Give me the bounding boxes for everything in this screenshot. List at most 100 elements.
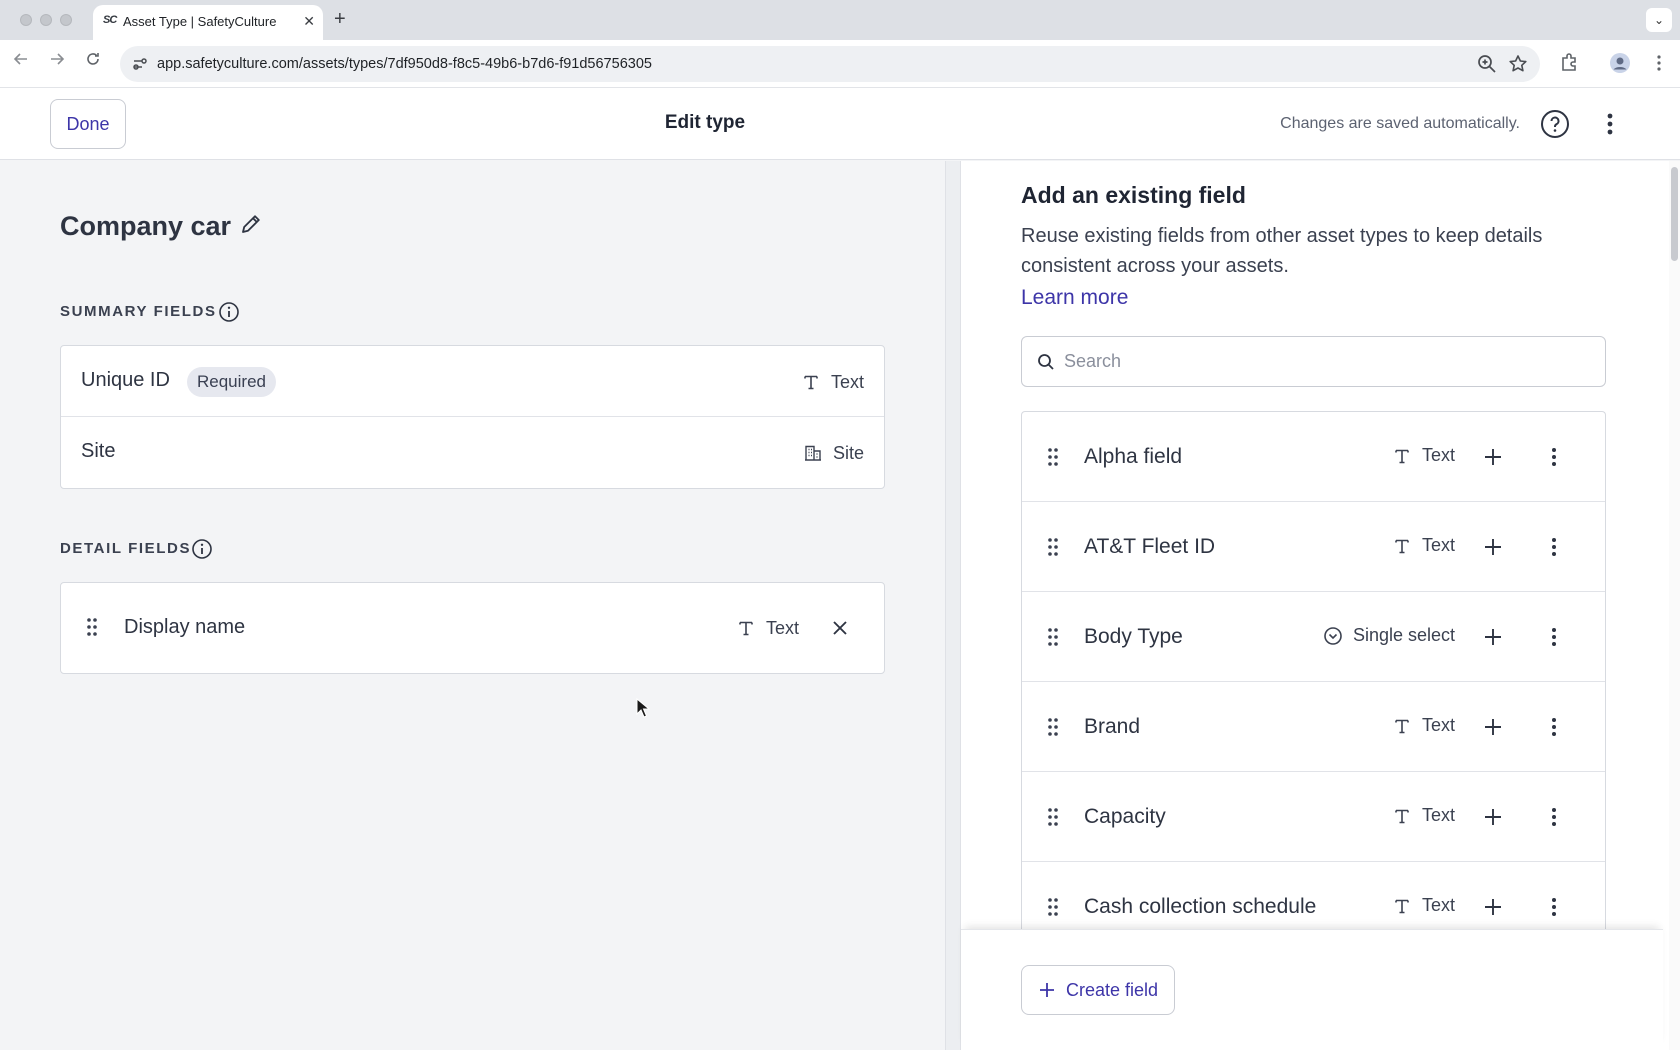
field-more-icon[interactable]: [1543, 896, 1565, 918]
field-type: Text: [1392, 535, 1455, 556]
panel-divider: [945, 161, 961, 1050]
help-icon[interactable]: [1540, 109, 1570, 139]
field-type: Text: [736, 616, 799, 640]
mouse-cursor-icon: [636, 697, 651, 718]
browser-tab-bar: SC Asset Type | SafetyCulture ✕ + ⌄: [0, 0, 1680, 40]
remove-field-close-icon[interactable]: [830, 618, 850, 638]
safetyculture-favicon: SC: [103, 14, 117, 26]
search-input[interactable]: [1064, 337, 1594, 386]
back-icon[interactable]: [8, 50, 34, 76]
type-editor-panel: Company car SUMMARY FIELDS Unique ID Req…: [0, 161, 945, 1050]
autosave-status: Changes are saved automatically.: [1280, 115, 1520, 132]
drag-handle-icon[interactable]: [1046, 806, 1060, 828]
right-panel-scrollbar[interactable]: [1669, 161, 1680, 1050]
detail-fields-heading: DETAIL FIELDS: [60, 540, 192, 557]
page-title: Edit type: [664, 112, 746, 133]
required-badge: Required: [187, 367, 276, 397]
field-label: Site: [81, 440, 116, 462]
summary-field-row-site[interactable]: Site Site: [61, 417, 884, 488]
field-type: Text: [1392, 895, 1455, 916]
window-zoom-dot[interactable]: [60, 14, 72, 26]
field-type: Text: [1392, 445, 1455, 466]
list-item[interactable]: Capacity Text: [1022, 772, 1605, 862]
field-type-label: Site: [832, 442, 864, 463]
add-field-plus-icon[interactable]: [1482, 896, 1504, 918]
tab-search-chevron-icon[interactable]: ⌄: [1646, 8, 1672, 32]
browser-toolbar: app.safetyculture.com/assets/types/7df95…: [0, 40, 1680, 88]
field-type-label: Text: [1421, 805, 1455, 825]
existing-fields-panel: Add an existing field Reuse existing fie…: [961, 161, 1680, 1050]
tab-title: Asset Type | SafetyCulture: [123, 14, 277, 29]
address-url[interactable]: app.safetyculture.com/assets/types/7df95…: [157, 56, 652, 72]
detail-fields-info-icon[interactable]: [191, 538, 213, 560]
field-type-label: Text: [1421, 535, 1455, 555]
field-name: Brand: [1084, 715, 1141, 738]
list-item[interactable]: Body Type Single select: [1022, 592, 1605, 682]
field-name: Body Type: [1084, 625, 1183, 648]
field-more-icon[interactable]: [1543, 536, 1565, 558]
drag-handle-icon[interactable]: [1046, 626, 1060, 648]
field-type: Site: [803, 441, 864, 465]
summary-fields-heading: SUMMARY FIELDS: [60, 303, 217, 320]
list-item[interactable]: AT&T Fleet ID Text: [1022, 502, 1605, 592]
site-info-icon[interactable]: [130, 54, 150, 74]
browser-menu-icon[interactable]: [1648, 52, 1670, 74]
single-select-icon: [1324, 626, 1342, 645]
field-more-icon[interactable]: [1543, 716, 1565, 738]
detail-field-row-display-name[interactable]: Display name Text: [61, 583, 884, 673]
summary-fields-info-icon[interactable]: [218, 301, 240, 323]
create-field-button[interactable]: Create field: [1021, 965, 1176, 1015]
building-icon: [804, 445, 821, 461]
field-more-icon[interactable]: [1543, 446, 1565, 468]
new-tab-icon[interactable]: +: [334, 8, 346, 30]
drag-handle-icon[interactable]: [1046, 536, 1060, 558]
add-field-plus-icon[interactable]: [1482, 716, 1504, 738]
app-header: Done Edit type Changes are saved automat…: [0, 88, 1680, 160]
drag-handle-icon[interactable]: [85, 616, 99, 638]
more-options-icon[interactable]: [1600, 109, 1620, 139]
browser-tab-active[interactable]: SC Asset Type | SafetyCulture ✕: [93, 5, 323, 40]
summary-field-row-unique-id[interactable]: Unique ID Required Text: [61, 346, 884, 417]
scrollbar-thumb[interactable]: [1671, 167, 1678, 261]
window-close-dot[interactable]: [20, 14, 32, 26]
list-item[interactable]: Alpha field Text: [1022, 412, 1605, 502]
add-field-plus-icon[interactable]: [1482, 446, 1504, 468]
field-name: Cash collection schedule: [1084, 895, 1317, 918]
create-field-footer: Create field: [961, 929, 1663, 1050]
zoom-icon[interactable]: [1476, 53, 1498, 75]
profile-icon[interactable]: [1609, 52, 1631, 74]
text-type-icon: [1395, 719, 1409, 733]
text-type-icon: [739, 621, 753, 636]
field-label: Unique ID: [81, 369, 170, 391]
edit-name-pencil-icon[interactable]: [238, 211, 264, 237]
field-name: Alpha field: [1084, 445, 1183, 468]
tab-close-icon[interactable]: ✕: [303, 12, 315, 30]
existing-fields-title: Add an existing field: [1021, 182, 1246, 208]
window-minimize-dot[interactable]: [40, 14, 52, 26]
forward-icon[interactable]: [44, 50, 70, 76]
list-item[interactable]: Brand Text: [1022, 682, 1605, 772]
extensions-icon[interactable]: [1558, 52, 1580, 74]
drag-handle-icon[interactable]: [1046, 716, 1060, 738]
text-type-icon: [1395, 539, 1409, 553]
add-field-plus-icon[interactable]: [1482, 626, 1504, 648]
address-bar[interactable]: app.safetyculture.com/assets/types/7df95…: [120, 46, 1540, 82]
field-more-icon[interactable]: [1543, 806, 1565, 828]
text-type-icon: [1395, 449, 1409, 463]
field-name: Capacity: [1084, 805, 1166, 828]
add-field-plus-icon[interactable]: [1482, 806, 1504, 828]
text-type-icon: [804, 375, 818, 390]
drag-handle-icon[interactable]: [1046, 896, 1060, 918]
reload-icon[interactable]: [80, 50, 106, 76]
bookmark-star-icon[interactable]: [1507, 53, 1529, 75]
plus-icon: [1040, 983, 1054, 997]
field-more-icon[interactable]: [1543, 626, 1565, 648]
learn-more-link[interactable]: Learn more: [1021, 286, 1128, 310]
search-icon: [1036, 352, 1056, 372]
field-type: Single select: [1323, 625, 1455, 646]
field-type-label: Text: [1421, 895, 1455, 915]
drag-handle-icon[interactable]: [1046, 446, 1060, 468]
add-field-plus-icon[interactable]: [1482, 536, 1504, 558]
field-search-box[interactable]: [1021, 336, 1606, 387]
existing-fields-description: Reuse existing fields from other asset t…: [1021, 225, 1543, 277]
